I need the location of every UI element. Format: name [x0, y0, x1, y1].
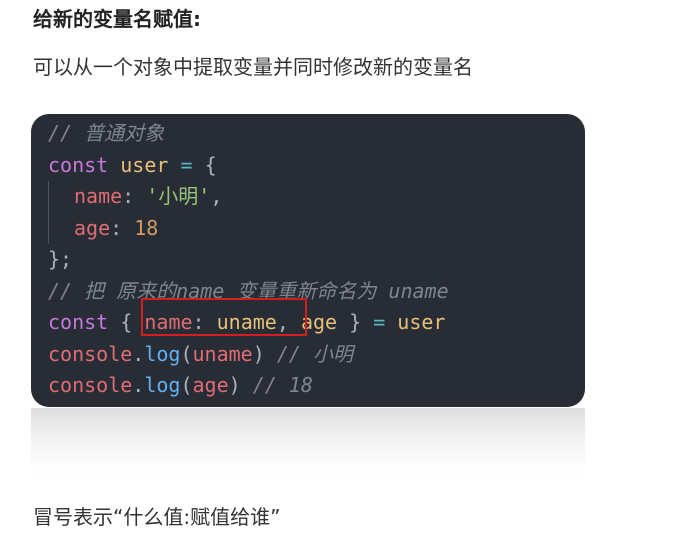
- code-punctuation: :: [110, 215, 123, 240]
- code-number: 18: [134, 215, 159, 240]
- code-punctuation: ): [228, 373, 241, 397]
- code-function: log: [144, 341, 181, 366]
- code-line-5: };: [48, 244, 585, 276]
- code-line-7: const { name: uname, age } = user: [48, 307, 585, 339]
- code-line-9: console.log(age) // 18: [48, 370, 585, 402]
- indent-guide: [48, 181, 74, 213]
- code-punctuation: ): [252, 341, 265, 366]
- code-function: log: [144, 373, 181, 397]
- code-punctuation: :: [192, 310, 205, 334]
- code-punctuation: .: [132, 373, 145, 397]
- code-property: name: [144, 310, 193, 334]
- code-operator: =: [180, 152, 193, 177]
- code-line-8: console.log(uname) // 小明: [48, 339, 585, 371]
- code-argument: age: [192, 373, 229, 397]
- section-heading: 给新的变量名赋值:: [33, 7, 201, 31]
- code-line-2: const user = {: [48, 150, 585, 182]
- code-punctuation: .: [132, 341, 145, 366]
- code-variable: user: [120, 152, 169, 177]
- code-punctuation: (: [180, 373, 193, 397]
- code-punctuation: {: [204, 152, 217, 177]
- code-punctuation: ,: [210, 184, 223, 208]
- code-variable: user: [397, 310, 446, 334]
- code-variable: age: [300, 310, 338, 334]
- code-block: // 普通对象 const user = { name: '小明', age: …: [31, 114, 585, 407]
- code-keyword: const: [48, 310, 109, 334]
- code-string: '小明': [146, 184, 211, 208]
- reflection-fade: [31, 408, 585, 488]
- code-object: console: [48, 341, 133, 366]
- code-line-6: // 把 原来的name 变量重新命名为 uname: [48, 276, 585, 308]
- code-comment: // 普通对象: [48, 121, 165, 145]
- code-variable: uname: [216, 310, 277, 334]
- code-property: age: [74, 215, 111, 240]
- code-comment: // 小明: [276, 341, 353, 366]
- code-operator: =: [373, 310, 386, 334]
- code-property: name: [74, 184, 123, 208]
- code-object: console: [48, 373, 133, 397]
- code-reflection: console.log(age) // 18 console.log(uname…: [31, 408, 585, 488]
- intro-paragraph: 可以从一个对象中提取变量并同时修改新的变量名: [33, 55, 473, 79]
- code-comment: // 把 原来的name 变量重新命名为 uname: [48, 278, 449, 303]
- outro-paragraph: 冒号表示“什么值:赋值给谁”: [33, 505, 281, 529]
- code-punctuation: }: [349, 310, 362, 334]
- code-punctuation: };: [48, 247, 73, 271]
- code-argument: uname: [192, 341, 253, 366]
- code-punctuation: :: [122, 184, 135, 208]
- code-comment: // 18: [252, 373, 313, 397]
- code-punctuation: {: [120, 310, 133, 334]
- code-punctuation: (: [180, 341, 193, 366]
- code-punctuation: ,: [276, 310, 289, 334]
- indent-guide: [48, 212, 74, 244]
- code-line-4: age: 18: [48, 212, 585, 244]
- code-keyword: const: [48, 152, 109, 177]
- code-line-1: // 普通对象: [48, 118, 585, 150]
- code-line-3: name: '小明',: [48, 181, 585, 213]
